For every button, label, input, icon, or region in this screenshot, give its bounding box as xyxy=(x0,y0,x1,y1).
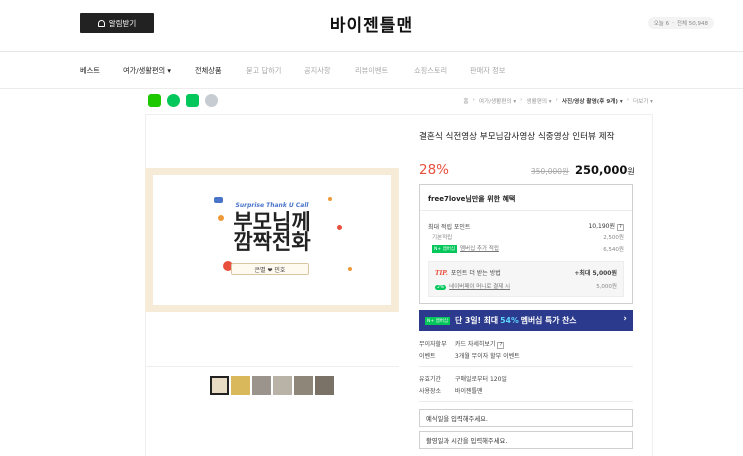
validity-row: 유효기간 구매일로부터 120일 xyxy=(419,374,507,383)
confetti-shape xyxy=(348,267,352,271)
benefit-heading: free7love님만을 위한 혜택 xyxy=(428,195,516,203)
pay-row: 2% 네이버페이 머니로 결제 시 5,000원 xyxy=(435,282,617,290)
member-points-row: N+ 멤버십 멤버십 추가 적립 6,540원 xyxy=(428,244,624,253)
event-value: 3개월 무이자 할부 이벤트 xyxy=(454,353,520,360)
divider xyxy=(419,366,633,367)
basic-points-row: 기본적립 2,500원 xyxy=(428,233,624,241)
max-points-value: 10,190원 xyxy=(588,223,615,230)
thumbnail-6[interactable] xyxy=(315,376,334,395)
membership-banner[interactable]: N+ 멤버십 단 3일! 최대 54% 멤버십 특가 찬스 › xyxy=(419,310,633,331)
product-main-image[interactable]: Surprise Thank U Call 부모님께 깜짝전화 은별 ❤ 민호 xyxy=(153,175,391,305)
breadcrumb-home[interactable]: 홈 xyxy=(463,97,468,105)
place-value: 바이젠틀맨 xyxy=(454,388,483,395)
membership-badge: N+ 멤버십 xyxy=(432,245,457,253)
more-share-icon[interactable] xyxy=(205,94,218,107)
nav-qna[interactable]: 묻고 답하기 xyxy=(246,66,281,76)
wedding-date-input[interactable]: 예식일을 입력해주세요. xyxy=(419,409,633,427)
member-points-value: 6,540원 xyxy=(603,246,624,253)
thumbnail-4[interactable] xyxy=(273,376,292,395)
banner-text-post: 멤버십 특가 찬스 xyxy=(520,316,577,325)
price-unit: 원 xyxy=(627,167,635,176)
shop-title[interactable]: 바이젠틀맨 xyxy=(0,11,743,36)
hero-title: 부모님께 깜짝전화 xyxy=(153,210,391,254)
thumbnail-2[interactable] xyxy=(231,376,250,395)
nav-leisure[interactable]: 여가/생활편의 ▾ xyxy=(123,66,171,76)
validity-value: 구매일로부터 120일 xyxy=(454,376,507,383)
product-name: 결혼식 식전영상 부모님감사영상 식중영상 인터뷰 제작 xyxy=(419,132,615,142)
installment-key: 무이자할부 xyxy=(419,341,447,348)
breadcrumb-leisure[interactable]: 여가/생활편의 ▾ xyxy=(479,97,516,105)
help-icon[interactable]: ? xyxy=(617,224,624,231)
basic-points-label: 기본적립 xyxy=(432,235,453,241)
visitor-today: 오늘 6 xyxy=(653,21,670,27)
max-points-row: 최대 적립 포인트 10,190원? xyxy=(428,221,624,231)
nav-notice[interactable]: 공지사항 xyxy=(304,66,330,76)
event-key: 이벤트 xyxy=(419,353,436,360)
sale-price: 250,000원 xyxy=(575,163,635,177)
visitor-counter: 오늘 6 · 전체 50,948 xyxy=(647,17,714,29)
banner-highlight: 54% xyxy=(500,316,519,325)
breadcrumb-photo[interactable]: 사진/영상 촬영(후 9개) ▾ xyxy=(562,97,623,105)
pay-percent-badge: 2% xyxy=(435,285,447,290)
breadcrumb: 홈 › 여가/생활편의 ▾ › 생활편의 ▾ › 사진/영상 촬영(후 9개) … xyxy=(463,97,653,105)
discount-rate: 28% xyxy=(419,162,450,178)
validity-key: 유효기간 xyxy=(419,376,442,383)
naverpay-link[interactable]: 네이버페이 머니로 결제 시 xyxy=(449,284,510,290)
blog-share-icon[interactable] xyxy=(186,94,199,107)
top-header: 알림받기 바이젠틀맨 오늘 6 · 전체 50,948 xyxy=(0,0,743,52)
divider xyxy=(420,210,632,211)
place-row: 사용장소 바이젠틀맨 xyxy=(419,386,483,395)
max-points-label: 최대 적립 포인트 xyxy=(428,223,471,231)
membership-badge: N+ 멤버십 xyxy=(425,316,450,325)
event-row: 이벤트 3개월 무이자 할부 이벤트 xyxy=(419,351,520,360)
nav-best[interactable]: 베스트 xyxy=(80,66,100,76)
hero-subtitle: Surprise Thank U Call xyxy=(235,202,309,209)
breadcrumb-convenience[interactable]: 생활편의 ▾ xyxy=(526,97,551,105)
pay-value: 5,000원 xyxy=(596,284,617,290)
installment-row: 무이자할부 카드 자세히보기? xyxy=(419,339,505,349)
tip-row: TIP. 포인트 더 받는 방법 +최대 5,000원 xyxy=(435,268,617,277)
category-nav: 베스트 여가/생활편의 ▾ 전체상품 묻고 답하기 공지사항 리뷰이벤트 쇼핑스… xyxy=(0,53,743,89)
installment-link[interactable]: 카드 자세히보기 xyxy=(455,341,496,348)
thumbnail-3[interactable] xyxy=(252,376,271,395)
help-icon[interactable]: ? xyxy=(497,342,505,349)
shoot-time-input[interactable]: 촬영일과 시간을 입력해주세요. xyxy=(419,431,633,449)
band-share-icon[interactable] xyxy=(167,94,180,107)
nav-review-event[interactable]: 리뷰이벤트 xyxy=(355,66,388,76)
chevron-right-icon: › xyxy=(623,314,627,324)
breadcrumb-more[interactable]: 더보기 ▾ xyxy=(633,97,653,105)
basic-points-value: 2,500원 xyxy=(603,235,624,241)
divider xyxy=(419,401,633,402)
tip-label: TIP. xyxy=(435,270,448,277)
member-points-link[interactable]: 멤버십 추가 적립 xyxy=(460,246,499,252)
visitor-total: 전체 50,948 xyxy=(676,21,708,27)
divider xyxy=(145,366,399,367)
hero-title-line2: 깜짝전화 xyxy=(233,230,311,254)
thumbnail-5[interactable] xyxy=(294,376,313,395)
talktalk-share-icon[interactable] xyxy=(148,94,161,107)
tip-box: TIP. 포인트 더 받는 방법 +최대 5,000원 2% 네이버페이 머니로 결… xyxy=(428,261,624,297)
sale-price-value: 250,000 xyxy=(575,163,628,177)
original-price: 350,000원 xyxy=(531,167,569,176)
benefit-box: free7love님만을 위한 혜택 최대 적립 포인트 10,190원? 기본… xyxy=(419,184,633,304)
thumbnail-1[interactable] xyxy=(210,376,229,395)
nav-shopping-story[interactable]: 쇼핑스토리 xyxy=(414,66,447,76)
tip-text: 포인트 더 받는 방법 xyxy=(450,270,501,277)
nav-all-products[interactable]: 전체상품 xyxy=(195,66,221,76)
confetti-shape xyxy=(328,197,332,201)
share-buttons xyxy=(148,94,218,107)
tip-value: +최대 5,000원 xyxy=(574,270,617,277)
hero-title-line1: 부모님께 xyxy=(233,210,311,234)
thumbnail-strip xyxy=(210,376,334,395)
banner-text-pre: 단 3일! 최대 xyxy=(455,316,499,325)
place-key: 사용장소 xyxy=(419,388,442,395)
nav-seller-info[interactable]: 판매자 정보 xyxy=(470,66,505,76)
hero-name-chip: 은별 ❤ 민호 xyxy=(231,263,309,275)
